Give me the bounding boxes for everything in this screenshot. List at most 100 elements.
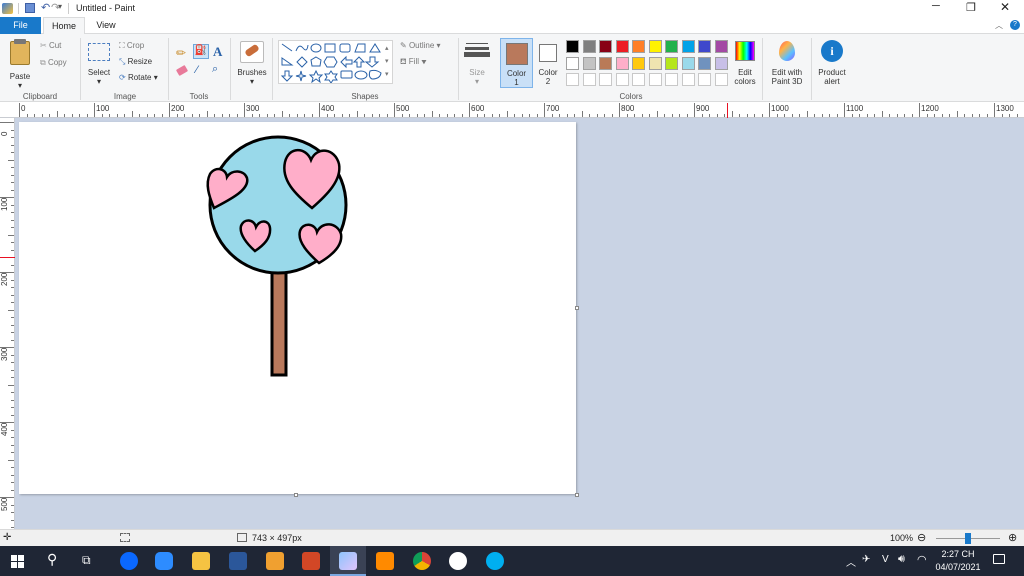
help-icon[interactable]: ? xyxy=(1010,20,1020,30)
paste-button[interactable]: Paste ▾ xyxy=(5,39,35,90)
input-language[interactable]: V xyxy=(882,554,889,565)
fill-icon[interactable]: ⛽ xyxy=(193,44,209,59)
resize-button[interactable]: ⤡ Resize xyxy=(119,57,152,67)
palette-swatch[interactable] xyxy=(566,40,579,53)
edit-with-paint3d-button[interactable]: Edit with Paint 3D xyxy=(765,39,809,89)
color-picker-icon[interactable]: ⁄ xyxy=(196,64,198,76)
ruler-tick xyxy=(11,467,14,468)
select-button[interactable]: Select ▾ xyxy=(84,39,114,89)
selection-size-icon xyxy=(120,533,130,542)
palette-swatch[interactable] xyxy=(632,56,645,70)
color-palette[interactable] xyxy=(566,40,731,88)
resize-handle-right[interactable] xyxy=(575,306,579,310)
powerpoint-icon[interactable] xyxy=(302,552,320,570)
search-icon[interactable]: ⚲ xyxy=(47,551,57,568)
fill-button[interactable]: ⛾ Fill ▾ xyxy=(400,57,427,67)
palette-swatch[interactable] xyxy=(599,56,612,70)
tab-home[interactable]: Home xyxy=(43,17,85,35)
color2-button[interactable]: Color 2 xyxy=(534,38,562,88)
pencil-icon[interactable]: ✏ xyxy=(176,46,186,60)
zoom-out-button[interactable]: ⊖ xyxy=(917,531,926,544)
palette-swatch[interactable] xyxy=(632,73,645,86)
palette-swatch[interactable] xyxy=(599,73,612,86)
cut-button[interactable]: ✂ Cut xyxy=(40,41,61,50)
magnifier-icon[interactable]: ⌕ xyxy=(212,63,218,76)
undo-icon[interactable]: ↶ xyxy=(41,1,50,14)
word-icon[interactable] xyxy=(229,552,247,570)
zoom-app-icon[interactable] xyxy=(155,552,173,570)
crop-button[interactable]: ⛶ Crop xyxy=(119,41,144,51)
network-tray-icon[interactable]: ✈ xyxy=(862,554,870,565)
crop-icon: ⛶ xyxy=(119,41,125,50)
size-button[interactable]: Size ▾ xyxy=(462,39,492,89)
palette-swatch[interactable] xyxy=(681,73,695,86)
palette-swatch[interactable] xyxy=(582,40,596,53)
minimize-button[interactable]: ─ xyxy=(932,0,940,12)
palette-swatch[interactable] xyxy=(698,56,711,70)
chevron-up-icon[interactable]: ︿ xyxy=(846,554,856,569)
palette-swatch[interactable] xyxy=(648,56,662,70)
palette-swatch[interactable] xyxy=(714,73,728,86)
drawing-canvas[interactable] xyxy=(19,122,576,494)
clock-time[interactable]: 2:27 CH xyxy=(930,549,986,559)
volume-icon[interactable]: 🔊︎ xyxy=(898,553,905,566)
palette-swatch[interactable] xyxy=(681,56,695,70)
copy-button[interactable]: ⧉ Copy xyxy=(40,58,67,68)
windows-start-icon[interactable] xyxy=(11,555,24,568)
skype-icon[interactable] xyxy=(486,552,504,570)
zoom-in-button[interactable]: ⊕ xyxy=(1008,531,1017,544)
tab-file[interactable]: File xyxy=(0,17,41,34)
palette-swatch[interactable] xyxy=(648,40,662,53)
palette-swatch[interactable] xyxy=(665,73,678,86)
palette-swatch[interactable] xyxy=(698,73,711,86)
paint-app-icon[interactable] xyxy=(2,3,13,14)
zoom-slider-thumb[interactable] xyxy=(965,533,971,544)
palette-swatch[interactable] xyxy=(665,56,678,70)
eraser-icon[interactable] xyxy=(175,64,189,77)
app-orange-icon[interactable] xyxy=(376,552,394,570)
save-icon[interactable] xyxy=(25,3,35,13)
ruler-tick xyxy=(356,111,358,117)
palette-swatch[interactable] xyxy=(615,56,629,70)
shapes-gallery[interactable] xyxy=(278,40,393,84)
brushes-button[interactable]: Brushes ▾ xyxy=(234,39,270,89)
palette-swatch[interactable] xyxy=(582,73,596,86)
palette-swatch[interactable] xyxy=(632,40,645,53)
palette-swatch[interactable] xyxy=(599,40,612,53)
text-icon[interactable]: A xyxy=(213,44,222,60)
palette-swatch[interactable] xyxy=(681,40,695,53)
resize-handle-bottom[interactable] xyxy=(294,493,298,497)
tab-view[interactable]: View xyxy=(88,17,124,34)
chrome-alt-icon[interactable] xyxy=(449,552,467,570)
chrome-icon[interactable] xyxy=(413,552,431,570)
teams-icon[interactable] xyxy=(266,552,284,570)
palette-swatch[interactable] xyxy=(615,40,629,53)
clock-date[interactable]: 04/07/2021 xyxy=(930,562,986,572)
zalo-icon[interactable] xyxy=(120,552,138,570)
rotate-button[interactable]: ⟳ Rotate ▾ xyxy=(119,73,158,82)
resize-handle-corner[interactable] xyxy=(575,493,579,497)
palette-swatch[interactable] xyxy=(615,73,629,86)
restore-button[interactable]: ❐ xyxy=(966,1,976,14)
outline-button[interactable]: ✎ Outline ▾ xyxy=(400,41,441,50)
customize-qat-icon[interactable]: ▾ xyxy=(58,2,62,11)
task-view-icon[interactable]: ⧉ xyxy=(82,553,91,568)
palette-swatch[interactable] xyxy=(648,73,662,86)
ruler-tick xyxy=(619,103,620,117)
palette-swatch[interactable] xyxy=(714,40,728,53)
palette-swatch[interactable] xyxy=(566,56,579,70)
notification-icon[interactable] xyxy=(993,554,1005,564)
collapse-ribbon-icon[interactable]: ︿ xyxy=(995,20,1003,31)
shapes-scroll-icon[interactable]: ▴ ▾ ▾ xyxy=(385,42,389,81)
close-button[interactable]: ✕ xyxy=(1000,0,1010,14)
wifi-icon[interactable]: ◠ xyxy=(917,553,927,566)
edit-colors-button[interactable]: Edit colors xyxy=(731,39,759,89)
file-explorer-icon[interactable] xyxy=(192,552,210,570)
palette-swatch[interactable] xyxy=(714,56,728,70)
color1-button[interactable]: Color 1 xyxy=(500,38,533,88)
palette-swatch[interactable] xyxy=(582,56,596,70)
product-alert-button[interactable]: i Product alert xyxy=(814,39,850,89)
palette-swatch[interactable] xyxy=(566,73,579,86)
palette-swatch[interactable] xyxy=(665,40,678,53)
palette-swatch[interactable] xyxy=(698,40,711,53)
